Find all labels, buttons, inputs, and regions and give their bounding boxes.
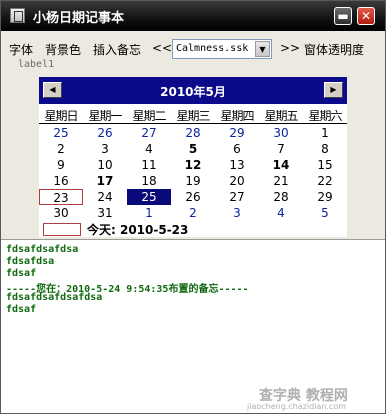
calendar-day[interactable]: 17 [83,173,127,189]
close-button[interactable]: ✕ [357,7,375,25]
calendar-day[interactable]: 22 [303,173,347,189]
calendar-day[interactable]: 5 [303,205,347,221]
minimize-button[interactable]: ▬ [334,7,352,25]
calendar-day[interactable]: 11 [127,157,171,173]
weekday-label: 星期三 [176,109,210,123]
memo-line: fdsafdsafdsa [6,244,79,255]
chevron-down-icon[interactable]: ▼ [255,41,270,57]
calendar-day[interactable]: 9 [39,157,83,173]
calendar-day[interactable]: 27 [215,189,259,205]
calendar-day-selected[interactable]: 25 [127,189,171,205]
next-month-button[interactable]: ▶ [324,82,343,98]
window-title: 小杨日期记事本 [33,11,125,26]
calendar-day[interactable]: 27 [127,125,171,141]
title-bar[interactable]: 小杨日期记事本 ▬ ✕ [1,1,385,31]
calendar-day[interactable]: 28 [259,189,303,205]
calendar-title: 2010年5月 [160,85,226,99]
calendar-day[interactable]: 5 [171,141,215,157]
calendar-day-today[interactable]: 23 [39,189,83,205]
calendar-day[interactable]: 12 [171,157,215,173]
calendar-day[interactable]: 28 [171,125,215,141]
calendar-day[interactable]: 2 [171,205,215,221]
memo-line: fdsafdsafdsafdsa [6,292,103,303]
weekday-label: 星期五 [264,109,298,123]
calendar-day[interactable]: 1 [127,205,171,221]
calendar-day[interactable]: 10 [83,157,127,173]
memo-line: fdsafdsa [6,256,55,267]
month-calendar: ◀ 2010年5月 ▶ 星期日 星期一 星期二 星期三 星期四 星期五 星期六 … [39,77,347,237]
menu-insert-memo[interactable]: 插入备忘 [93,41,141,58]
calendar-day[interactable]: 8 [303,141,347,157]
watermark-url: jiaocheng.chazidian.com [247,402,347,411]
menu-background-color[interactable]: 背景色 [45,41,81,58]
calendar-day[interactable]: 6 [215,141,259,157]
today-link[interactable]: 今天: 2010-5-23 [87,221,188,238]
weekday-label: 星期一 [88,109,122,123]
calendar-day[interactable]: 20 [215,173,259,189]
calendar-day[interactable]: 19 [171,173,215,189]
calendar-day[interactable]: 29 [215,125,259,141]
calendar-day[interactable]: 14 [259,157,303,173]
calendar-day[interactable]: 21 [259,173,303,189]
calendar-day[interactable]: 4 [127,141,171,157]
calendar-day[interactable]: 3 [215,205,259,221]
weekday-label: 星期二 [132,109,166,123]
calendar-day[interactable]: 16 [39,173,83,189]
calendar-day[interactable]: 2 [39,141,83,157]
calendar-day[interactable]: 1 [303,125,347,141]
calendar-day[interactable]: 30 [39,205,83,221]
menu-next[interactable]: >> [280,41,300,55]
calendar-day[interactable]: 4 [259,205,303,221]
memo-line: fdsaf [6,304,37,315]
skin-select-value: Calmness.ssk [176,43,249,54]
calendar-day[interactable]: 7 [259,141,303,157]
calendar-day[interactable]: 26 [171,189,215,205]
calendar-day[interactable]: 18 [127,173,171,189]
calendar-day[interactable]: 13 [215,157,259,173]
calendar-header: ◀ 2010年5月 ▶ [39,77,347,104]
calendar-day[interactable]: 15 [303,157,347,173]
app-window: 小杨日期记事本 ▬ ✕ 字体 背景色 插入备忘 << >> 窗体透明度 Calm… [0,0,386,414]
menu-previous[interactable]: << [152,41,172,55]
skin-select[interactable]: Calmness.ssk ▼ [172,39,272,59]
weekday-label: 星期六 [308,109,342,123]
menu-opacity[interactable]: 窗体透明度 [304,41,364,58]
weekday-label: 星期日 [44,109,78,123]
calendar-day[interactable]: 3 [83,141,127,157]
calendar-day[interactable]: 26 [83,125,127,141]
app-icon [10,8,25,23]
calendar-day[interactable]: 24 [83,189,127,205]
weekday-header: 星期日 星期一 星期二 星期三 星期四 星期五 星期六 [39,107,347,124]
calendar-day[interactable]: 31 [83,205,127,221]
calendar-day[interactable]: 25 [39,125,83,141]
weekday-label: 星期四 [220,109,254,123]
menu-font[interactable]: 字体 [9,41,33,58]
calendar-day[interactable]: 29 [303,189,347,205]
memo-line: fdsaf [6,268,37,279]
calendar-day[interactable]: 30 [259,125,303,141]
label1: label1 [18,59,55,70]
today-marker [43,223,81,236]
